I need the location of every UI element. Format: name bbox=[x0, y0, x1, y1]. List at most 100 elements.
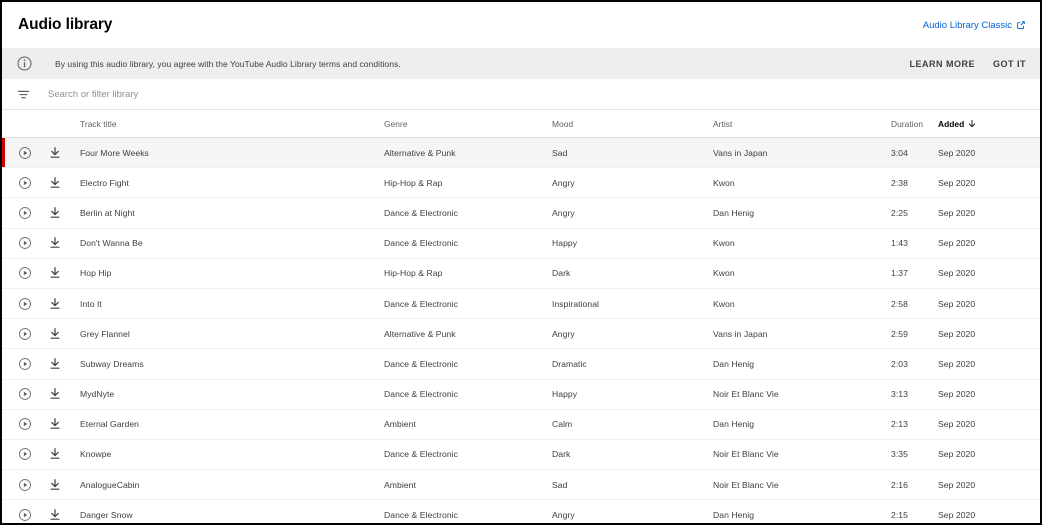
cell-duration: 1:37 bbox=[891, 268, 908, 279]
play-button[interactable] bbox=[10, 447, 40, 461]
cell-mood: Happy bbox=[552, 238, 578, 249]
cell-mood: Happy bbox=[552, 389, 578, 400]
download-button[interactable] bbox=[40, 357, 70, 371]
table-row[interactable]: Grey Flannel Alternative & Punk Angry Va… bbox=[2, 319, 1040, 350]
cell-genre: Dance & Electronic bbox=[384, 207, 458, 218]
play-button[interactable] bbox=[10, 387, 40, 401]
cell-genre: Dance & Electronic bbox=[384, 358, 458, 369]
cell-artist: Noir Et Blanc Vie bbox=[713, 449, 779, 460]
cell-track-title: Don't Wanna Be bbox=[80, 238, 143, 249]
cell-duration: 2:58 bbox=[891, 298, 908, 309]
learn-more-button[interactable]: LEARN MORE bbox=[908, 56, 978, 72]
download-button[interactable] bbox=[40, 266, 70, 280]
table-row[interactable]: Four More Weeks Alternative & Punk Sad V… bbox=[2, 138, 1040, 169]
download-button[interactable] bbox=[40, 236, 70, 250]
search-filter-bar bbox=[2, 79, 1040, 110]
cell-mood: Dramatic bbox=[552, 358, 587, 369]
cell-mood: Dark bbox=[552, 449, 571, 460]
play-button[interactable] bbox=[10, 176, 40, 190]
cell-mood: Sad bbox=[552, 479, 568, 490]
play-circle-icon bbox=[19, 448, 31, 461]
cell-duration: 2:13 bbox=[891, 419, 908, 430]
audio-library-classic-link[interactable]: Audio Library Classic bbox=[923, 20, 1026, 31]
play-button[interactable] bbox=[10, 236, 40, 250]
cell-artist: Dan Henig bbox=[713, 207, 755, 218]
column-header-genre[interactable]: Genre bbox=[384, 119, 552, 129]
column-header-duration[interactable]: Duration bbox=[891, 119, 938, 129]
download-icon bbox=[50, 327, 60, 339]
table-row[interactable]: Electro Fight Hip-Hop & Rap Angry Kwon 2… bbox=[2, 168, 1040, 199]
play-circle-icon bbox=[19, 297, 31, 310]
cell-added: Sep 2020 bbox=[938, 328, 976, 339]
search-input[interactable] bbox=[48, 79, 1026, 109]
play-circle-icon bbox=[19, 267, 31, 280]
download-button[interactable] bbox=[40, 508, 70, 522]
cell-genre: Ambient bbox=[384, 419, 416, 430]
cell-artist: Dan Henig bbox=[713, 419, 755, 430]
table-row[interactable]: Danger Snow Dance & Electronic Angry Dan… bbox=[2, 500, 1040, 523]
cell-track-title: Electro Fight bbox=[80, 177, 129, 188]
play-button[interactable] bbox=[10, 327, 40, 341]
cell-added: Sep 2020 bbox=[938, 147, 976, 158]
cell-track-title: MydNyte bbox=[80, 389, 115, 400]
page-title: Audio library bbox=[18, 16, 113, 33]
column-header-mood[interactable]: Mood bbox=[552, 119, 713, 129]
download-button[interactable] bbox=[40, 447, 70, 461]
table-row[interactable]: Knowpe Dance & Electronic Dark Noir Et B… bbox=[2, 440, 1040, 471]
download-button[interactable] bbox=[40, 387, 70, 401]
cell-track-title: Knowpe bbox=[80, 449, 112, 460]
play-button[interactable] bbox=[10, 206, 40, 220]
play-button[interactable] bbox=[10, 508, 40, 522]
play-circle-icon bbox=[19, 237, 31, 250]
cell-added: Sep 2020 bbox=[938, 358, 976, 369]
cell-mood: Sad bbox=[552, 147, 568, 158]
cell-track-title: Danger Snow bbox=[80, 509, 133, 520]
download-button[interactable] bbox=[40, 146, 70, 160]
table-row[interactable]: Hop Hip Hip-Hop & Rap Dark Kwon 1:37 Sep… bbox=[2, 259, 1040, 289]
column-header-artist[interactable]: Artist bbox=[713, 119, 891, 129]
play-button[interactable] bbox=[10, 478, 40, 492]
play-button[interactable] bbox=[10, 266, 40, 280]
column-header-added[interactable]: Added bbox=[938, 119, 1040, 129]
download-icon bbox=[50, 297, 60, 309]
cell-mood: Angry bbox=[552, 509, 575, 520]
cell-duration: 2:25 bbox=[891, 207, 908, 218]
table-row[interactable]: AnalogueCabin Ambient Sad Noir Et Blanc … bbox=[2, 470, 1040, 501]
play-circle-icon bbox=[19, 478, 31, 491]
got-it-button[interactable]: GOT IT bbox=[991, 56, 1028, 72]
table-row[interactable]: Eternal Garden Ambient Calm Dan Henig 2:… bbox=[2, 410, 1040, 440]
cell-genre: Dance & Electronic bbox=[384, 449, 458, 460]
download-icon bbox=[50, 418, 60, 430]
cell-duration: 2:15 bbox=[891, 509, 908, 520]
table-row[interactable]: Berlin at Night Dance & Electronic Angry… bbox=[2, 198, 1040, 229]
download-button[interactable] bbox=[40, 417, 70, 431]
play-button[interactable] bbox=[10, 146, 40, 160]
download-button[interactable] bbox=[40, 176, 70, 190]
column-header-track-title[interactable]: Track title bbox=[70, 119, 384, 129]
cell-artist: Kwon bbox=[713, 177, 735, 188]
table-row[interactable]: MydNyte Dance & Electronic Happy Noir Et… bbox=[2, 380, 1040, 410]
cell-mood: Inspirational bbox=[552, 298, 599, 309]
play-circle-icon bbox=[19, 176, 31, 189]
cell-added: Sep 2020 bbox=[938, 389, 976, 400]
table-row[interactable]: Don't Wanna Be Dance & Electronic Happy … bbox=[2, 229, 1040, 259]
cell-track-title: Subway Dreams bbox=[80, 358, 144, 369]
filter-list-icon[interactable] bbox=[16, 87, 31, 102]
cell-track-title: Berlin at Night bbox=[80, 207, 135, 218]
cell-genre: Dance & Electronic bbox=[384, 389, 458, 400]
download-button[interactable] bbox=[40, 327, 70, 341]
cell-track-title: Grey Flannel bbox=[80, 328, 130, 339]
cell-mood: Dark bbox=[552, 268, 571, 279]
download-button[interactable] bbox=[40, 478, 70, 492]
download-icon bbox=[50, 237, 60, 248]
download-button[interactable] bbox=[40, 206, 70, 220]
track-rows-container: Four More Weeks Alternative & Punk Sad V… bbox=[2, 138, 1040, 523]
download-button[interactable] bbox=[40, 297, 70, 311]
play-button[interactable] bbox=[10, 297, 40, 311]
download-icon bbox=[50, 478, 60, 490]
play-button[interactable] bbox=[10, 417, 40, 431]
table-row[interactable]: Subway Dreams Dance & Electronic Dramati… bbox=[2, 349, 1040, 380]
cell-artist: Dan Henig bbox=[713, 509, 755, 520]
play-button[interactable] bbox=[10, 357, 40, 371]
table-row[interactable]: Into It Dance & Electronic Inspirational… bbox=[2, 289, 1040, 320]
